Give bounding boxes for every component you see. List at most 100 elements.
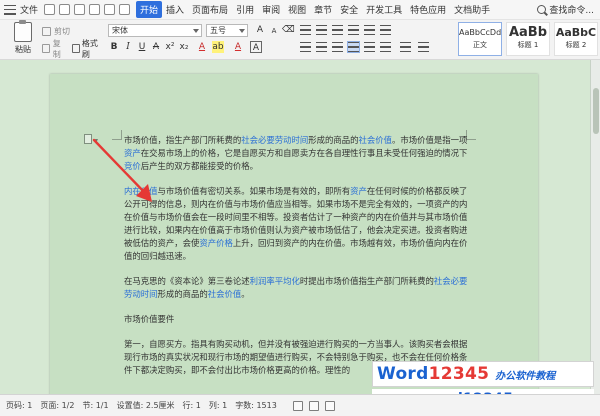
styles-gallery: AaBbCcDd 正文 AaBb 标题 1 AaBbC 标题 2 [458,22,600,58]
document-body[interactable]: 市场价值，指生产部门所耗费的社会必要劳动时间形成的商品的社会价值。市场价值是指一… [124,134,468,389]
sort-icon[interactable] [364,25,375,35]
file-menu[interactable]: 文件 [20,3,38,16]
shading-icon[interactable] [400,42,411,52]
decrease-indent-icon[interactable] [332,25,343,35]
distribute-icon[interactable] [364,42,375,52]
scissors-icon [42,27,51,36]
font-size-value: 五号 [210,26,226,35]
format-painter-button[interactable]: 格式刷 [72,38,102,60]
clear-format-icon[interactable]: ⌫ [282,24,295,36]
vertical-scrollbar[interactable] [590,60,600,394]
doc-check-icon[interactable] [308,400,319,411]
redo-icon[interactable] [119,4,131,15]
tab-home[interactable]: 开始 [136,1,163,18]
tab-section[interactable]: 章节 [310,1,336,18]
text: 在交易市场上的价格，它是自愿买方和自愿卖方在各自理性行事且未受任何强迫的情况下 [140,148,468,158]
watermark-word: Word [377,364,429,384]
link[interactable]: 资产 [350,186,367,196]
tab-insert[interactable]: 插入 [162,1,188,18]
strikethrough-icon[interactable]: A [150,41,162,53]
status-page[interactable]: 页面: 1/2 [40,400,74,411]
highlight-icon[interactable]: ab [212,41,224,53]
tab-features[interactable]: 特色应用 [406,1,450,18]
style-heading-1[interactable]: AaBb 标题 1 [506,22,550,56]
paragraph-2: 内在价值与市场价值有密切关系。如果市场是有效的，即所有资产在任何时候的价格都反映… [124,185,468,263]
increase-indent-icon[interactable] [348,25,359,35]
show-marks-icon[interactable] [380,25,391,35]
watermark-tagline: 办公软件教程 [495,370,556,382]
link[interactable]: 利润率平均化 [250,276,300,286]
search-icon [537,5,547,14]
folder-icon[interactable] [59,4,71,15]
watermark-number: 12345 [428,364,490,384]
status-page-number: 页码: 1 [6,401,33,410]
link[interactable]: 社会必要劳动时间 [241,135,308,145]
font-size-select[interactable]: 五号 [206,24,248,37]
align-center-icon[interactable] [316,42,327,52]
view-mode-icon[interactable] [324,400,335,411]
undo-icon[interactable] [104,4,116,15]
brush-icon [72,44,80,53]
numbered-list-icon[interactable] [316,25,327,35]
print-icon[interactable] [74,4,86,15]
align-right-icon[interactable] [332,42,343,52]
subscript-icon[interactable]: x₂ [178,41,190,53]
bullet-list-icon[interactable] [300,25,311,35]
shrink-font-icon[interactable]: A [268,25,280,37]
font-color-button[interactable]: A [232,41,244,53]
tab-security[interactable]: 安全 [336,1,362,18]
document-page[interactable]: ▾ 市场价值，指生产部门所耗费的社会必要劳动时间形成的商品的社会价值。市场价值是… [50,74,538,394]
command-search[interactable]: 查找命令... [537,3,600,16]
char-border-icon[interactable]: A [250,41,262,53]
paste-label: 粘贴 [15,45,31,54]
style-heading-1-label: 标题 1 [517,41,539,49]
text-effect-icon[interactable]: A [196,41,208,53]
style-normal[interactable]: AaBbCcDd 正文 [458,22,502,56]
underline-button[interactable]: U [136,41,148,53]
watermark-brand: Word12345 [377,364,489,384]
grow-font-icon[interactable]: A [254,24,266,36]
tab-references[interactable]: 引用 [232,1,258,18]
link[interactable]: 资产价格 [199,238,233,248]
tab-developer[interactable]: 开发工具 [362,1,406,18]
copy-button[interactable]: 复制 [42,38,66,60]
style-normal-label: 正文 [473,41,487,49]
style-heading-2-label: 标题 2 [565,41,587,49]
style-heading-2[interactable]: AaBbC 标题 2 [554,22,598,56]
link[interactable]: 社会价值 [208,289,242,299]
status-setting: 设置值: 2.5厘米 [116,401,175,410]
align-left-icon[interactable] [300,42,311,52]
clipboard-icon [14,20,32,42]
status-word-count[interactable]: 字数: 1513 [235,400,277,411]
menu-bar: 文件 开始 插入 页面布局 引用 审阅 视图 章节 安全 开发工具 特色应用 文… [0,0,600,20]
style-normal-sample: AaBbCcDd [459,28,502,37]
text: 形成的商品的 [308,135,359,145]
italic-button[interactable]: I [122,41,134,53]
clipboard-group: 剪切 复制 格式刷 [42,23,102,60]
scrollbar-thumb[interactable] [593,88,599,134]
status-icons [292,400,335,411]
tab-doc-assistant[interactable]: 文档助手 [450,1,494,18]
ribbon: 粘贴 剪切 复制 格式刷 宋体 五号 A A ⌫ B I U A x² x₂ A… [0,20,600,60]
watermark-banner: Word12345 办公软件教程 [372,361,594,387]
preview-icon[interactable] [89,4,101,15]
status-row: 行: 1 [182,401,201,410]
quick-access-toolbar [44,4,131,15]
superscript-icon[interactable]: x² [164,41,176,53]
text: 在马克思的《资本论》第三卷论述 [124,276,250,286]
tab-review[interactable]: 审阅 [258,1,284,18]
link[interactable]: 社会价值 [359,135,393,145]
text: 。 [241,289,250,299]
save-icon[interactable] [44,4,56,15]
tab-view[interactable]: 视图 [284,1,310,18]
text: 。市场价值是指一项 [392,135,468,145]
paste-button[interactable]: 粘贴 [6,20,40,55]
borders-icon[interactable] [418,42,429,52]
line-spacing-icon[interactable] [380,42,391,52]
tab-page-layout[interactable]: 页面布局 [188,1,232,18]
align-justify-icon[interactable] [347,41,360,53]
bold-button[interactable]: B [108,41,120,53]
spellcheck-icon[interactable] [292,400,303,411]
menu-icon[interactable] [4,4,16,15]
font-name-select[interactable]: 宋体 [108,24,202,37]
